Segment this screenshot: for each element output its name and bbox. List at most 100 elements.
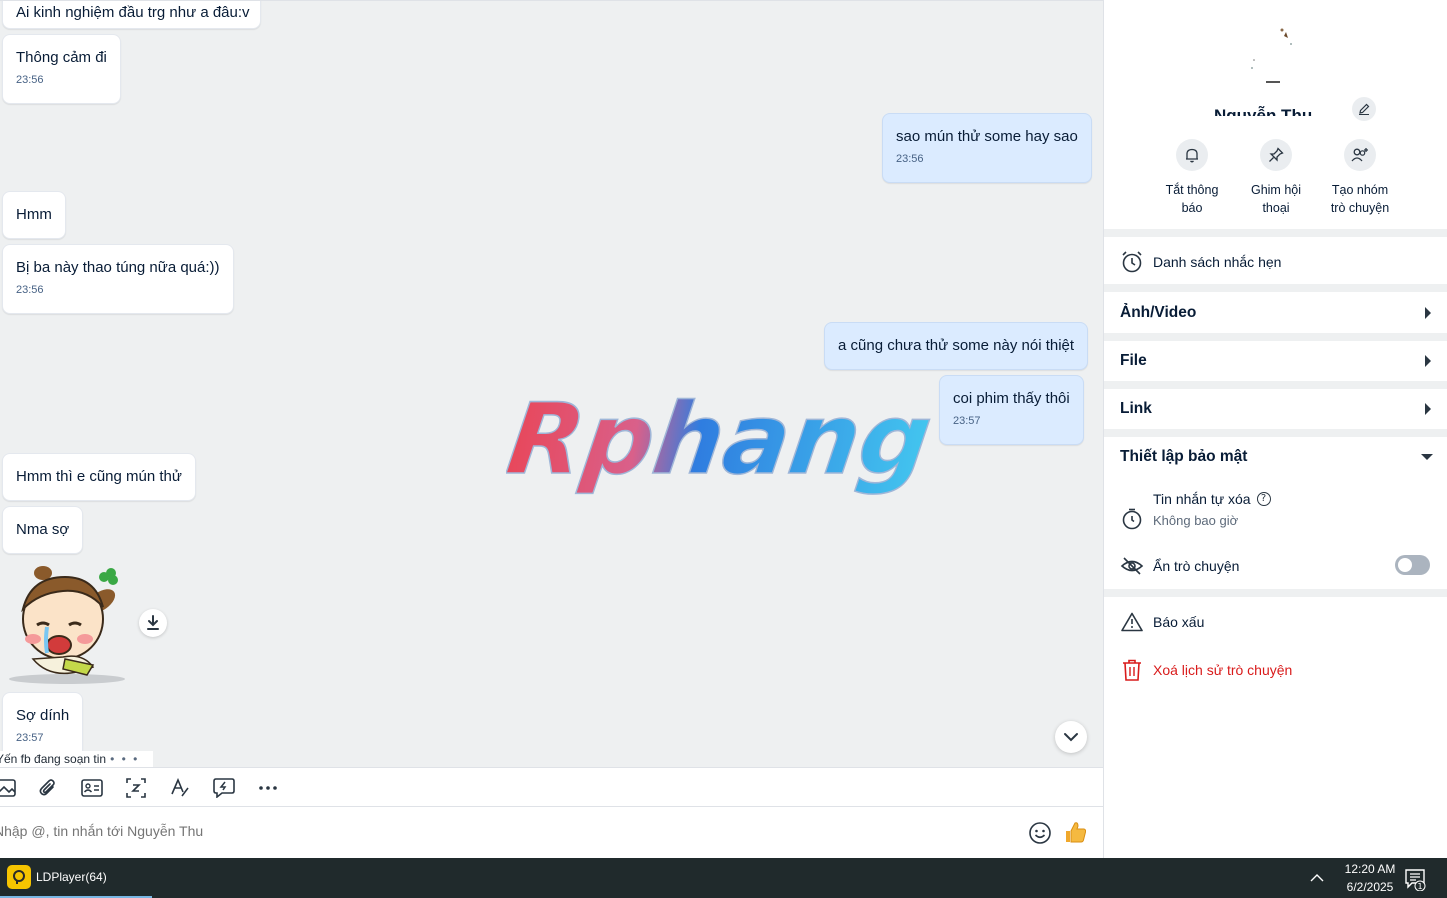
divider bbox=[1104, 381, 1447, 389]
send-image-button[interactable] bbox=[0, 776, 18, 800]
emoji-button[interactable] bbox=[1028, 821, 1052, 845]
alarm-clock-icon bbox=[1120, 250, 1144, 274]
more-icon bbox=[259, 786, 277, 790]
mute-notifications-button[interactable]: Tắt thông báo bbox=[1147, 139, 1237, 217]
conversation-info-panel: Nguyễn Thu Tắt thông báo Ghim hội thoại bbox=[1103, 0, 1447, 858]
download-sticker-button[interactable] bbox=[139, 609, 167, 637]
action-label: Ghim hội bbox=[1250, 183, 1302, 197]
sticker-image[interactable] bbox=[3, 563, 131, 685]
message-input[interactable] bbox=[0, 823, 694, 839]
report-item[interactable]: Báo xấu bbox=[1104, 609, 1447, 635]
self-delete-messages-item[interactable]: Tin nhắn tự xóa ? bbox=[1104, 488, 1447, 530]
section-title: Thiết lập bảo mật bbox=[1120, 448, 1248, 465]
quick-message-icon bbox=[213, 778, 235, 798]
security-section-header[interactable]: Thiết lập bảo mật bbox=[1104, 437, 1447, 477]
message-time: 23:56 bbox=[16, 74, 44, 86]
warning-icon bbox=[1120, 610, 1144, 634]
file-section-header[interactable]: File bbox=[1104, 341, 1447, 381]
trash-icon bbox=[1120, 658, 1144, 682]
quick-like-button[interactable] bbox=[1064, 820, 1088, 844]
divider bbox=[1104, 229, 1447, 237]
pin-icon bbox=[1269, 147, 1284, 162]
typing-text: Yến fb đang soạn tin bbox=[0, 752, 107, 766]
message-text: Sợ dính bbox=[16, 707, 70, 724]
notification-center-icon[interactable]: 1 bbox=[1403, 867, 1427, 891]
section-title: Link bbox=[1120, 400, 1152, 417]
message-bubble[interactable]: Hmm thì e cũng mún thử bbox=[2, 453, 196, 501]
composer-toolbar bbox=[0, 767, 1103, 807]
paperclip-icon bbox=[39, 779, 55, 796]
pencil-icon bbox=[1359, 103, 1370, 115]
text-format-icon bbox=[171, 778, 189, 797]
delete-history-item[interactable]: Xoá lịch sử trò chuyện bbox=[1104, 657, 1447, 683]
message-text: a cũng chưa thử some này nói thiệt bbox=[838, 337, 1075, 354]
contact-card-icon bbox=[81, 779, 103, 797]
taskbar-clock[interactable]: 12:20 AM 6/2/2025 bbox=[1330, 860, 1410, 896]
avatar[interactable] bbox=[1244, 24, 1314, 90]
message-text: Hmm bbox=[16, 206, 52, 223]
screenshot-button[interactable] bbox=[124, 776, 148, 800]
image-icon bbox=[0, 779, 16, 797]
my-message-bubble[interactable]: a cũng chưa thử some này nói thiệt bbox=[824, 322, 1089, 370]
caret-down-icon bbox=[1421, 454, 1433, 460]
create-group-button[interactable]: Tạo nhóm trò chuyện bbox=[1315, 139, 1405, 217]
typing-indicator: Yến fb đang soạn tin • • • bbox=[0, 751, 154, 767]
reminder-list-item[interactable]: Danh sách nhắc hẹn bbox=[1104, 246, 1447, 278]
self-delete-value: Không bao giờ bbox=[1153, 513, 1239, 528]
scroll-to-bottom-button[interactable] bbox=[1055, 721, 1087, 753]
quick-message-button[interactable] bbox=[212, 776, 236, 800]
profile-name: Nguyễn Thu bbox=[1214, 106, 1313, 116]
screenshot-icon bbox=[126, 778, 146, 798]
message-text: sao mún thử some hay sao bbox=[896, 128, 1078, 145]
action-label: báo bbox=[1181, 201, 1203, 215]
report-label: Báo xấu bbox=[1153, 614, 1205, 630]
link-section-header[interactable]: Link bbox=[1104, 389, 1447, 429]
pin-conversation-button[interactable]: Ghim hội thoại bbox=[1231, 139, 1321, 217]
ldplayer-icon bbox=[7, 865, 31, 889]
delete-history-label: Xoá lịch sử trò chuyện bbox=[1153, 662, 1293, 678]
chat-area[interactable]: Ai kinh nghiệm đầu trg như a đâu:v Ai ki… bbox=[0, 0, 1103, 767]
my-message-bubble[interactable]: sao mún thử some hay sao 23:56 bbox=[882, 113, 1092, 183]
media-section-header[interactable]: Ảnh/Video bbox=[1104, 293, 1447, 333]
watermark-logo: Rphang bbox=[506, 393, 939, 498]
bell-icon bbox=[1186, 148, 1198, 163]
message-text: Thông cảm đi bbox=[16, 49, 107, 66]
watermark-text: Rphang bbox=[506, 393, 938, 497]
divider bbox=[1104, 284, 1447, 292]
more-options-button[interactable] bbox=[256, 776, 280, 800]
message-text: Ai kinh nghiệm đầu trg như a đâu:v bbox=[16, 4, 250, 21]
thumbs-up-icon bbox=[1066, 822, 1087, 843]
help-icon[interactable]: ? bbox=[1256, 492, 1271, 506]
message-composer bbox=[0, 807, 1103, 858]
message-bubble[interactable]: Nma sợ bbox=[2, 506, 84, 554]
message-time: 23:57 bbox=[953, 415, 981, 427]
action-label: Tạo nhóm bbox=[1331, 183, 1389, 197]
edit-name-button[interactable] bbox=[1352, 97, 1376, 121]
action-label: trò chuyện bbox=[1330, 201, 1390, 215]
text-format-button[interactable] bbox=[168, 776, 192, 800]
message-bubble[interactable]: Ai kinh nghiệm đầu trg như a đâu:v Thông… bbox=[2, 34, 121, 104]
windows-taskbar: LDPlayer(64) 12:20 AM 6/2/2025 1 bbox=[0, 858, 1447, 898]
my-message-bubble[interactable]: coi phim thấy thôi 23:57 bbox=[939, 375, 1084, 445]
show-hidden-icons-button[interactable] bbox=[1307, 869, 1327, 887]
message-time: 23:57 bbox=[16, 732, 44, 744]
caret-right-icon bbox=[1425, 307, 1431, 319]
message-bubble[interactable]: Hmm bbox=[2, 191, 66, 239]
caret-right-icon bbox=[1425, 403, 1431, 415]
section-title: File bbox=[1120, 352, 1147, 369]
taskbar-app-label: LDPlayer(64) bbox=[36, 870, 107, 884]
message-text: Bị ba này thao túng nữa quá:)) bbox=[16, 259, 220, 276]
send-contact-card-button[interactable] bbox=[80, 776, 104, 800]
message-text: Nma sợ bbox=[16, 521, 70, 538]
divider bbox=[1104, 429, 1447, 437]
hide-chat-label: Ẩn trò chuyện bbox=[1153, 558, 1240, 574]
message-bubble[interactable]: Ai kinh nghiệm đầu trg như a đâu:v bbox=[2, 1, 261, 29]
hide-chat-toggle[interactable] bbox=[1395, 555, 1430, 575]
taskbar-app-ldplayer[interactable]: LDPlayer(64) bbox=[0, 858, 152, 898]
message-bubble[interactable]: Bị ba này thao túng nữa quá:)) 23:56 bbox=[2, 244, 234, 314]
attach-file-button[interactable] bbox=[36, 776, 60, 800]
divider bbox=[1104, 589, 1447, 597]
smiley-icon bbox=[1029, 822, 1051, 844]
chevron-up-icon bbox=[1310, 874, 1324, 882]
action-label: thoại bbox=[1262, 201, 1290, 215]
